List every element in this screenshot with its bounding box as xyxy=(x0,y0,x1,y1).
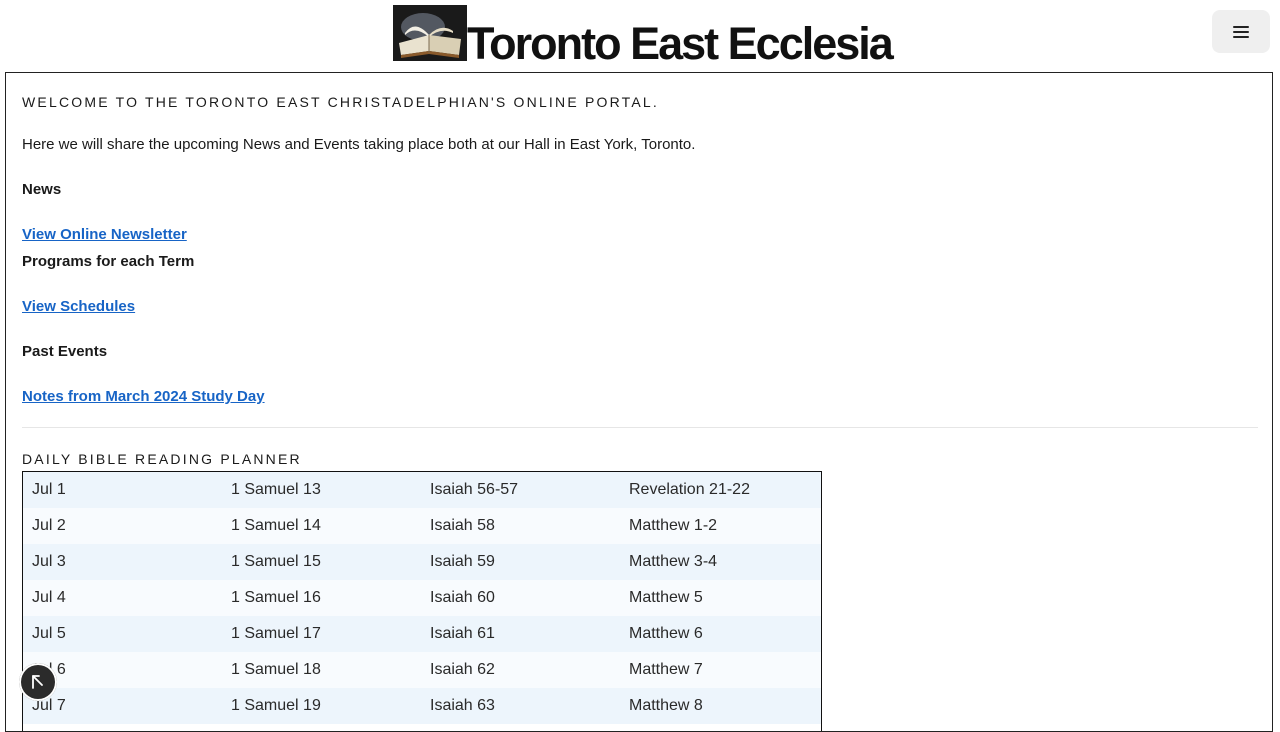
reading-cell: Isaiah 63 xyxy=(430,697,495,714)
past-events-heading: Past Events xyxy=(22,343,108,360)
reading-cell: 1 Samuel 15 xyxy=(231,553,321,570)
reading-cell: Isaiah 58 xyxy=(430,517,495,534)
date-cell: Jul 3 xyxy=(32,553,66,570)
table-row: Jul 4 1 Samuel 16 Isaiah 60 Matthew 5 xyxy=(23,580,821,616)
reading-cell: 1 Samuel 18 xyxy=(231,661,321,678)
reading-cell: Matthew 5 xyxy=(629,589,703,606)
reading-cell: Matthew 3-4 xyxy=(629,553,718,570)
open-bible-icon xyxy=(393,5,467,61)
table-row: Jul 3 1 Samuel 15 Isaiah 59 Matthew 3-4 xyxy=(23,544,821,580)
reading-cell: Matthew 6 xyxy=(629,625,703,642)
accessibility-cursor-icon xyxy=(32,675,43,689)
table-row: Jul 5 1 Samuel 17 Isaiah 61 Matthew 6 xyxy=(23,616,821,652)
reading-cell: Matthew 8 xyxy=(629,697,703,714)
reading-planner-table: Jul 1 1 Samuel 13 Isaiah 56-57 Revelatio… xyxy=(22,471,822,731)
table-row: Jul 1 1 Samuel 13 Isaiah 56-57 Revelatio… xyxy=(23,472,821,508)
site-title: Toronto East Ecclesia xyxy=(467,18,894,69)
menu-button[interactable] xyxy=(1212,10,1270,53)
date-cell: Jul 4 xyxy=(32,589,66,606)
reading-cell: Matthew 7 xyxy=(629,661,703,678)
main-content: WELCOME TO THE TORONTO EAST CHRISTADELPH… xyxy=(5,72,1273,732)
welcome-heading: WELCOME TO THE TORONTO EAST CHRISTADELPH… xyxy=(22,94,659,110)
planner-title: DAILY BIBLE READING PLANNER xyxy=(22,451,302,467)
table-row: Jul 6 1 Samuel 18 Isaiah 62 Matthew 7 xyxy=(23,652,821,688)
reading-cell: 1 Samuel 17 xyxy=(231,625,321,642)
table-row: Jul 7 1 Samuel 19 Isaiah 63 Matthew 8 xyxy=(23,688,821,724)
hamburger-menu-icon xyxy=(1233,25,1249,38)
date-cell: Jul 7 xyxy=(32,697,66,714)
accessibility-button[interactable] xyxy=(19,663,57,701)
reading-cell: Isaiah 56-57 xyxy=(430,481,519,498)
view-schedules-link[interactable]: View Schedules xyxy=(22,298,135,315)
reading-cell: 1 Samuel 14 xyxy=(231,517,321,534)
reading-cell: Revelation 21-22 xyxy=(629,481,750,498)
view-newsletter-link[interactable]: View Online Newsletter xyxy=(22,226,187,243)
reading-cell: Isaiah 62 xyxy=(430,661,495,678)
intro-text: Here we will share the upcoming News and… xyxy=(22,136,696,153)
reading-cell: Matthew 1-2 xyxy=(629,517,718,534)
programs-heading: Programs for each Term xyxy=(22,253,195,270)
table-row: Jul 2 1 Samuel 14 Isaiah 58 Matthew 1-2 xyxy=(23,508,821,544)
reading-cell: 1 Samuel 19 xyxy=(231,697,321,714)
study-day-notes-link[interactable]: Notes from March 2024 Study Day xyxy=(22,388,265,405)
date-cell: Jul 1 xyxy=(32,481,66,498)
reading-cell: Isaiah 61 xyxy=(430,625,495,642)
reading-cell: 1 Samuel 13 xyxy=(231,481,321,498)
date-cell: Jul 5 xyxy=(32,625,66,642)
reading-cell: Isaiah 59 xyxy=(430,553,495,570)
site-header: Toronto East Ecclesia xyxy=(0,0,1280,72)
date-cell: Jul 2 xyxy=(32,517,66,534)
reading-cell: Isaiah 60 xyxy=(430,589,495,606)
reading-cell: 1 Samuel 16 xyxy=(231,589,321,606)
brand[interactable]: Toronto East Ecclesia xyxy=(393,5,894,69)
news-heading: News xyxy=(22,181,62,198)
divider xyxy=(22,427,1258,428)
